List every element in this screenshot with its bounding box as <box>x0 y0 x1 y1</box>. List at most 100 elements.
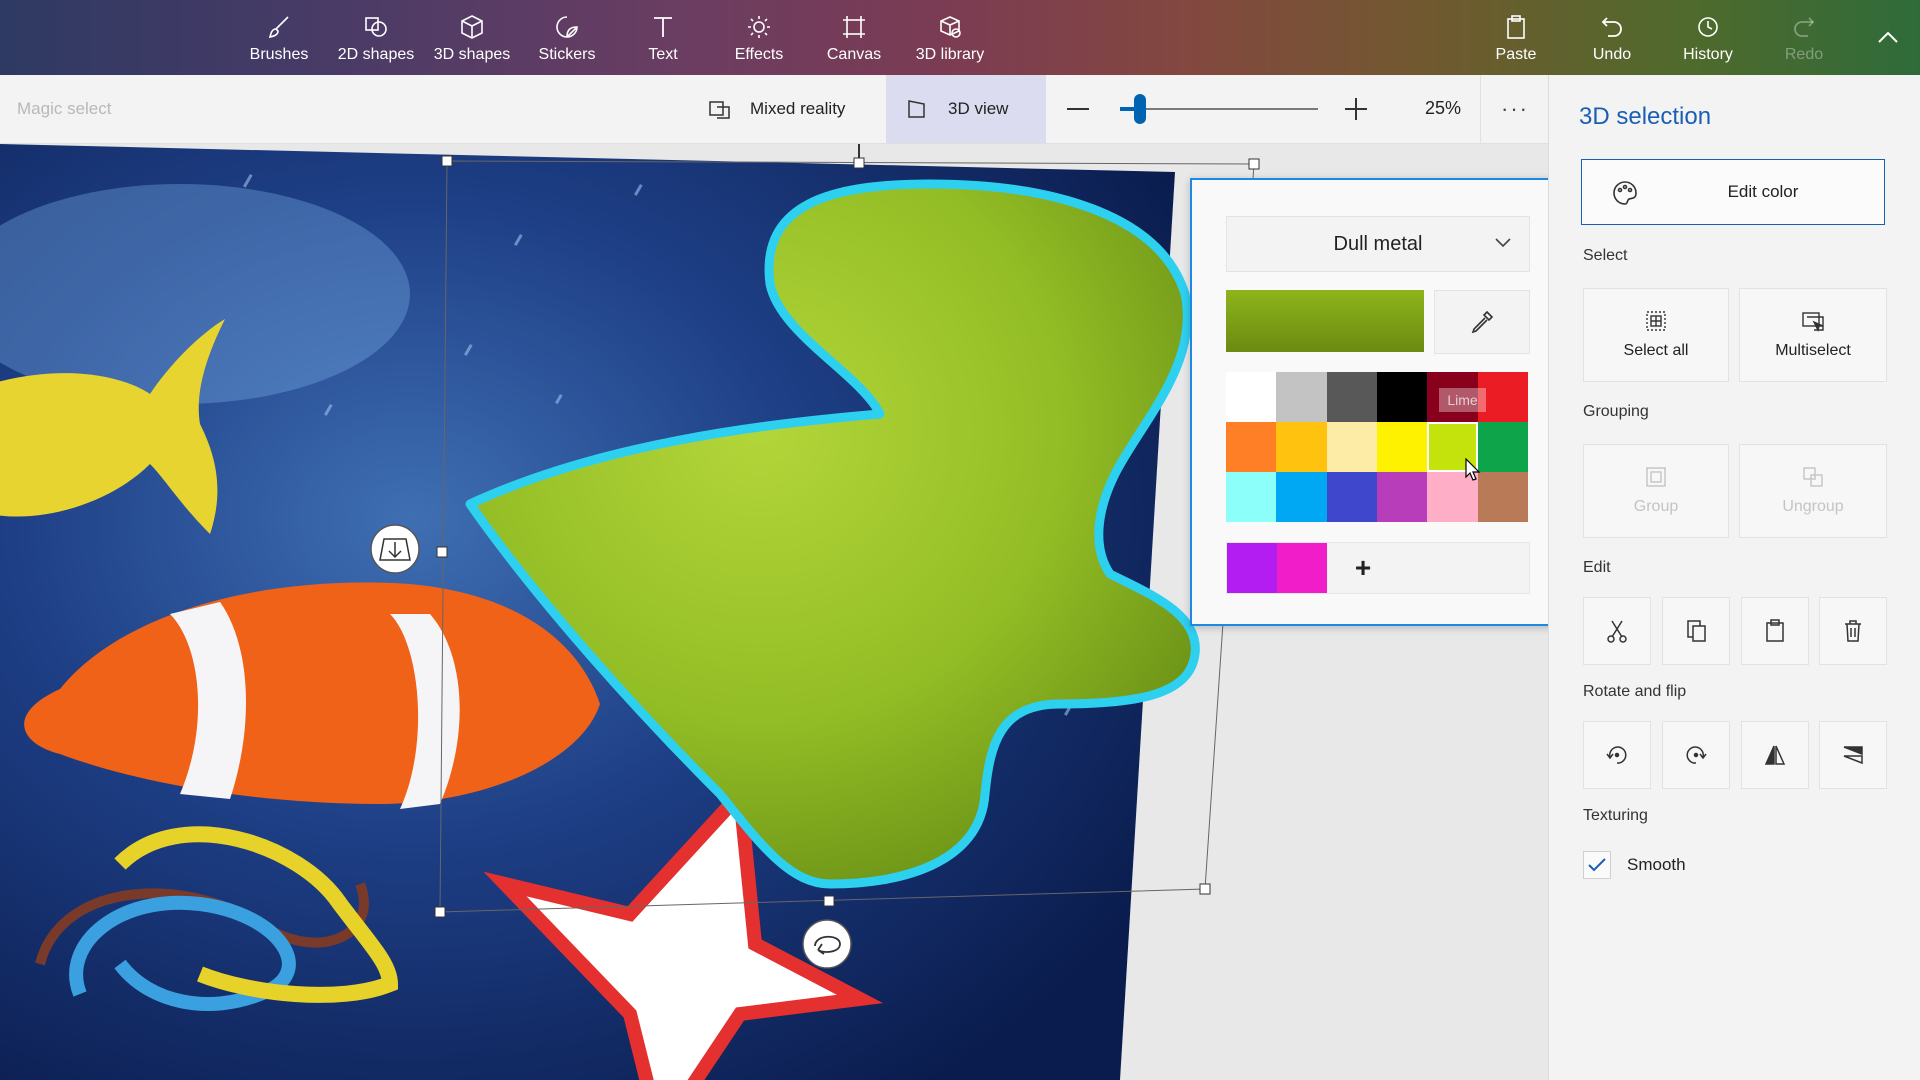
color-palette: Lime <box>1226 372 1528 522</box>
eyedropper-button[interactable] <box>1434 290 1530 354</box>
action-redo[interactable]: Redo <box>1764 0 1844 75</box>
multiselect-icon <box>1802 312 1824 332</box>
color-swatch[interactable] <box>1377 472 1428 522</box>
tool-label: Effects <box>734 46 784 63</box>
plus-icon: + <box>1354 552 1372 583</box>
chevron-up-icon[interactable] <box>1870 22 1906 52</box>
tool-label: Canvas <box>826 46 882 63</box>
action-label: Paste <box>1495 46 1537 63</box>
material-dropdown[interactable]: Dull metal <box>1226 216 1530 272</box>
color-swatch[interactable] <box>1226 372 1277 422</box>
color-swatch[interactable] <box>1477 422 1528 472</box>
select-all-label: Select all <box>1623 342 1689 359</box>
checkbox-box <box>1583 851 1611 879</box>
canvas-icon <box>841 6 867 40</box>
paste-icon <box>1504 6 1528 40</box>
color-swatch[interactable] <box>1477 472 1528 522</box>
color-swatch[interactable] <box>1276 372 1327 422</box>
zoom-slider[interactable] <box>1120 94 1318 124</box>
selected-color-swatch[interactable] <box>1226 290 1424 352</box>
group-button[interactable]: Group <box>1583 444 1729 538</box>
color-tooltip: Lime <box>1439 388 1486 412</box>
tool-canvas[interactable]: Canvas <box>812 0 896 75</box>
mixed-reality-button[interactable]: Mixed reality <box>700 75 880 143</box>
undo-icon <box>1599 6 1625 40</box>
color-swatch[interactable] <box>1276 472 1327 522</box>
magic-select-button[interactable]: Magic select <box>17 99 111 119</box>
color-swatch[interactable] <box>1326 472 1377 522</box>
tool-label: Stickers <box>538 46 596 63</box>
action-paste[interactable]: Paste <box>1476 0 1556 75</box>
action-label: Undo <box>1592 46 1632 63</box>
color-swatch[interactable] <box>1377 372 1428 422</box>
tool-brushes[interactable]: Brushes <box>238 0 320 75</box>
rotate-flip-heading: Rotate and flip <box>1583 683 1687 700</box>
color-swatch[interactable] <box>1326 422 1377 472</box>
text-icon <box>651 6 675 40</box>
more-button[interactable]: ··· <box>1480 75 1549 143</box>
mixed-reality-label: Mixed reality <box>750 99 846 118</box>
check-icon <box>1588 858 1606 872</box>
edit-color-button[interactable]: Edit color <box>1581 159 1885 225</box>
redo-icon <box>1791 6 1817 40</box>
color-swatch[interactable] <box>1226 422 1277 472</box>
color-swatch[interactable] <box>1377 422 1428 472</box>
select-heading: Select <box>1583 247 1628 264</box>
tool-3d-library[interactable]: 3D library <box>906 0 994 75</box>
color-swatch[interactable] <box>1276 422 1327 472</box>
paste-button[interactable] <box>1741 597 1809 665</box>
tool-effects[interactable]: Effects <box>718 0 800 75</box>
rotate-handle[interactable] <box>802 919 852 969</box>
smooth-checkbox[interactable]: Smooth <box>1583 850 1686 880</box>
color-swatch[interactable] <box>1326 372 1377 422</box>
history-icon <box>1695 6 1721 40</box>
select-all-icon <box>1646 311 1666 331</box>
multiselect-button[interactable]: Multiselect <box>1739 288 1887 382</box>
paste-icon <box>1766 619 1784 642</box>
rotate-right-button[interactable] <box>1662 721 1730 789</box>
secondary-toolbar: Magic select Mixed reality 3D view 25% ·… <box>0 75 1548 144</box>
tool-label: Text <box>648 46 678 63</box>
flip-vertical-icon <box>1843 746 1863 765</box>
rotate-right-icon <box>1686 746 1707 764</box>
ungroup-icon <box>1803 467 1823 487</box>
tool-stickers[interactable]: Stickers <box>526 0 608 75</box>
rotate-left-button[interactable] <box>1583 721 1651 789</box>
zoom-in-button[interactable] <box>1342 95 1370 123</box>
chevron-down-icon <box>1495 235 1511 253</box>
tool-label: Brushes <box>249 46 309 63</box>
z-depth-handle[interactable] <box>370 524 420 574</box>
action-undo[interactable]: Undo <box>1572 0 1652 75</box>
minus-icon <box>1067 108 1089 110</box>
delete-button[interactable] <box>1819 597 1887 665</box>
flip-vertical-button[interactable] <box>1819 721 1887 789</box>
tool-label: 3D shapes <box>433 46 511 63</box>
grouping-heading: Grouping <box>1583 403 1649 420</box>
tool-2d-shapes[interactable]: 2D shapes <box>332 0 420 75</box>
add-color-button[interactable]: + <box>1343 543 1383 593</box>
2d-shapes-icon <box>362 6 390 40</box>
tool-text[interactable]: Text <box>622 0 704 75</box>
3d-view-button[interactable]: 3D view <box>886 75 1046 143</box>
color-swatch[interactable] <box>1226 472 1277 522</box>
ungroup-label: Ungroup <box>1782 498 1844 515</box>
custom-color-swatch[interactable] <box>1227 543 1277 593</box>
material-label: Dull metal <box>1333 232 1423 255</box>
3d-view-label: 3D view <box>948 99 1009 118</box>
tool-label: 3D library <box>915 46 985 63</box>
custom-color-swatch[interactable] <box>1277 543 1327 593</box>
flip-horizontal-button[interactable] <box>1741 721 1809 789</box>
action-history[interactable]: History <box>1668 0 1748 75</box>
ungroup-button[interactable]: Ungroup <box>1739 444 1887 538</box>
group-icon <box>1646 467 1666 487</box>
rotate-left-icon <box>1606 746 1627 764</box>
effects-icon <box>746 6 772 40</box>
zoom-out-button[interactable] <box>1064 97 1092 121</box>
tool-3d-shapes[interactable]: 3D shapes <box>428 0 516 75</box>
copy-button[interactable] <box>1662 597 1730 665</box>
select-all-button[interactable]: Select all <box>1583 288 1729 382</box>
zoom-slider-thumb[interactable] <box>1133 94 1146 124</box>
texturing-heading: Texturing <box>1583 807 1648 824</box>
plus-icon <box>1345 98 1367 120</box>
cut-button[interactable] <box>1583 597 1651 665</box>
